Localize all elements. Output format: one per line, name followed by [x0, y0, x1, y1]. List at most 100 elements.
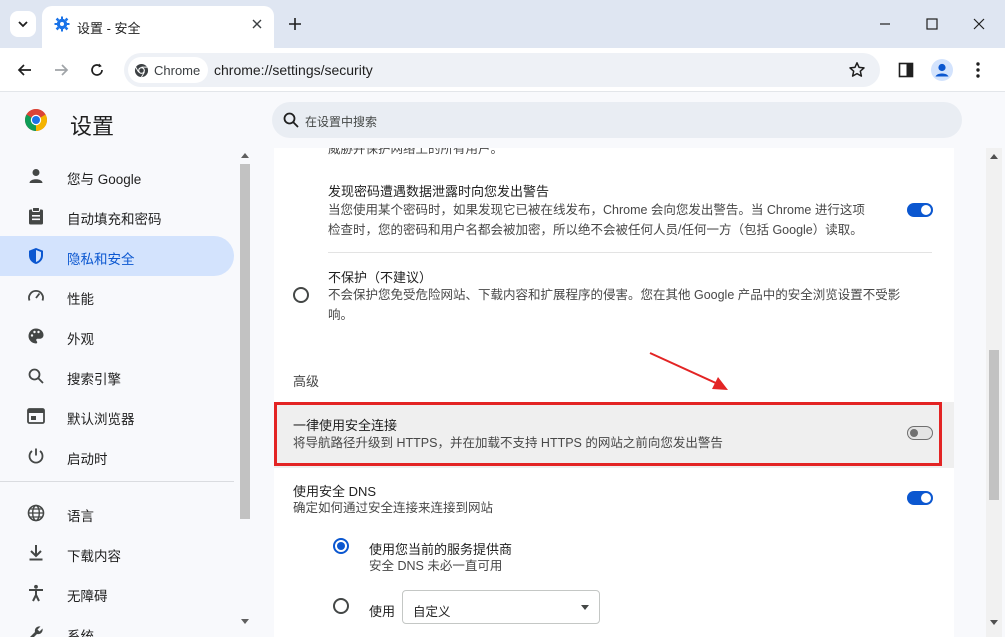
minimize-button[interactable]	[870, 10, 900, 38]
sidebar-divider	[0, 481, 234, 482]
sidebar-item-you-and-google[interactable]: 您与 Google	[0, 156, 234, 196]
star-icon	[849, 62, 865, 77]
tab-strip: 设置 - 安全	[0, 0, 1005, 48]
settings-header: 设置 在设置中搜索	[0, 92, 1005, 148]
site-info-chip[interactable]: Chrome	[128, 57, 209, 83]
person-icon	[26, 166, 46, 186]
annotation-highlight-box	[274, 402, 942, 466]
scroll-down-icon	[241, 619, 249, 624]
content-scrollbar-thumb[interactable]	[989, 350, 999, 500]
no-protection-title: 不保护（不建议）	[328, 270, 433, 285]
reload-icon	[91, 63, 103, 76]
search-icon	[283, 112, 299, 128]
sidebar-item-label: 隐私和安全	[67, 252, 135, 267]
leak-warning-toggle[interactable]	[907, 203, 933, 217]
close-window-button[interactable]	[964, 10, 994, 38]
minimize-icon	[880, 23, 890, 25]
sidebar-item-label: 系统	[67, 629, 94, 637]
no-protection-desc-line2: 响。	[328, 308, 354, 322]
chevron-down-icon	[18, 21, 28, 28]
tab-search-button[interactable]	[10, 11, 36, 37]
sidebar-item-label: 下载内容	[67, 549, 121, 564]
toolbar: Chrome chrome://settings/security	[0, 48, 1005, 92]
profile-button[interactable]	[928, 56, 956, 84]
clipped-description: 威胁并保护网络上的所有用户。	[328, 148, 504, 156]
dns-custom-label: 使用	[369, 604, 396, 619]
no-protection-radio[interactable]	[293, 287, 309, 303]
dns-provider-select[interactable]: 自定义	[402, 590, 600, 624]
address-bar[interactable]: Chrome chrome://settings/security	[124, 53, 880, 87]
arrow-right-icon	[55, 64, 69, 76]
accessibility-icon	[26, 583, 46, 603]
wrench-icon	[26, 623, 46, 637]
maximize-button[interactable]	[917, 10, 947, 38]
download-icon	[26, 543, 46, 563]
chrome-icon	[134, 63, 149, 77]
divider	[328, 252, 932, 253]
gear-icon	[54, 16, 70, 32]
bookmark-button[interactable]	[848, 61, 866, 79]
settings-content-card: 威胁并保护网络上的所有用户。 发现密码遭遇数据泄露时向您发出警告 当您使用某个密…	[274, 148, 954, 637]
dns-custom-radio[interactable]	[333, 598, 349, 614]
reload-button[interactable]	[83, 56, 111, 84]
content-scrollbar[interactable]	[986, 148, 1002, 637]
plus-icon	[289, 18, 301, 30]
sidebar-item-search-engine[interactable]: 搜索引擎	[0, 356, 234, 396]
shield-icon	[26, 246, 46, 266]
sidebar-scrollbar-thumb[interactable]	[240, 164, 250, 519]
page-title: 设置	[70, 114, 115, 139]
forward-button[interactable]	[47, 56, 75, 84]
side-panel-icon	[898, 62, 914, 78]
sidebar-item-privacy-security[interactable]: 隐私和安全	[0, 236, 234, 276]
annotation-arrow-icon	[649, 352, 728, 390]
search-placeholder: 在设置中搜索	[305, 115, 378, 129]
speedometer-icon	[26, 286, 46, 306]
side-panel-button[interactable]	[892, 56, 920, 84]
close-icon	[252, 19, 262, 29]
secure-dns-desc: 确定如何通过安全连接来连接到网站	[293, 501, 494, 515]
sidebar-item-downloads[interactable]: 下载内容	[0, 533, 234, 573]
more-vertical-icon	[976, 62, 980, 78]
power-icon	[26, 446, 46, 466]
sidebar-item-system[interactable]: 系统	[0, 613, 234, 637]
sidebar-item-label: 您与 Google	[67, 172, 142, 187]
avatar-icon	[931, 59, 953, 81]
sidebar-item-appearance[interactable]: 外观	[0, 316, 234, 356]
sidebar-item-label: 搜索引擎	[67, 372, 121, 387]
sidebar-item-label: 启动时	[67, 452, 108, 467]
sidebar-item-default-browser[interactable]: 默认浏览器	[0, 396, 234, 436]
sidebar-item-languages[interactable]: 语言	[0, 493, 234, 533]
sidebar-scrollbar[interactable]	[238, 148, 252, 637]
clipboard-icon	[26, 206, 46, 226]
sidebar-item-accessibility[interactable]: 无障碍	[0, 573, 234, 613]
back-button[interactable]	[11, 56, 39, 84]
palette-icon	[26, 326, 46, 346]
tab-close-button[interactable]	[248, 15, 266, 33]
active-tab[interactable]: 设置 - 安全	[42, 6, 274, 48]
new-tab-button[interactable]	[284, 13, 306, 35]
settings-search-input[interactable]: 在设置中搜索	[272, 102, 962, 138]
browser-icon	[26, 406, 46, 426]
menu-button[interactable]	[964, 56, 992, 84]
secure-dns-toggle[interactable]	[907, 491, 933, 505]
scroll-up-icon	[241, 153, 249, 158]
url-text[interactable]: chrome://settings/security	[214, 62, 373, 78]
sidebar-item-on-startup[interactable]: 启动时	[0, 436, 234, 476]
tab-title: 设置 - 安全	[77, 21, 141, 36]
leak-warning-title: 发现密码遭遇数据泄露时向您发出警告	[328, 184, 550, 199]
leak-warning-desc-line1: 当您使用某个密码时，如果发现它已被在线发布，Chrome 会向您发出警告。当 C…	[328, 203, 865, 217]
arrow-left-icon	[17, 64, 31, 76]
no-protection-desc-line1: 不会保护您免受危险网站、下载内容和扩展程序的侵害。您在其他 Google 产品中…	[328, 288, 901, 302]
chrome-logo-icon	[25, 109, 47, 131]
caret-down-icon	[581, 605, 589, 610]
dns-current-provider-desc: 安全 DNS 未必一直可用	[369, 559, 503, 573]
maximize-icon	[926, 18, 938, 30]
sidebar-item-label: 默认浏览器	[67, 412, 135, 427]
dns-current-provider-radio[interactable]	[333, 538, 349, 554]
globe-icon	[26, 503, 46, 523]
sidebar-item-performance[interactable]: 性能	[0, 276, 234, 316]
sidebar-item-label: 外观	[67, 332, 94, 347]
sidebar-item-autofill[interactable]: 自动填充和密码	[0, 196, 234, 236]
dns-provider-select-value: 自定义	[413, 605, 451, 619]
search-icon	[26, 366, 46, 386]
